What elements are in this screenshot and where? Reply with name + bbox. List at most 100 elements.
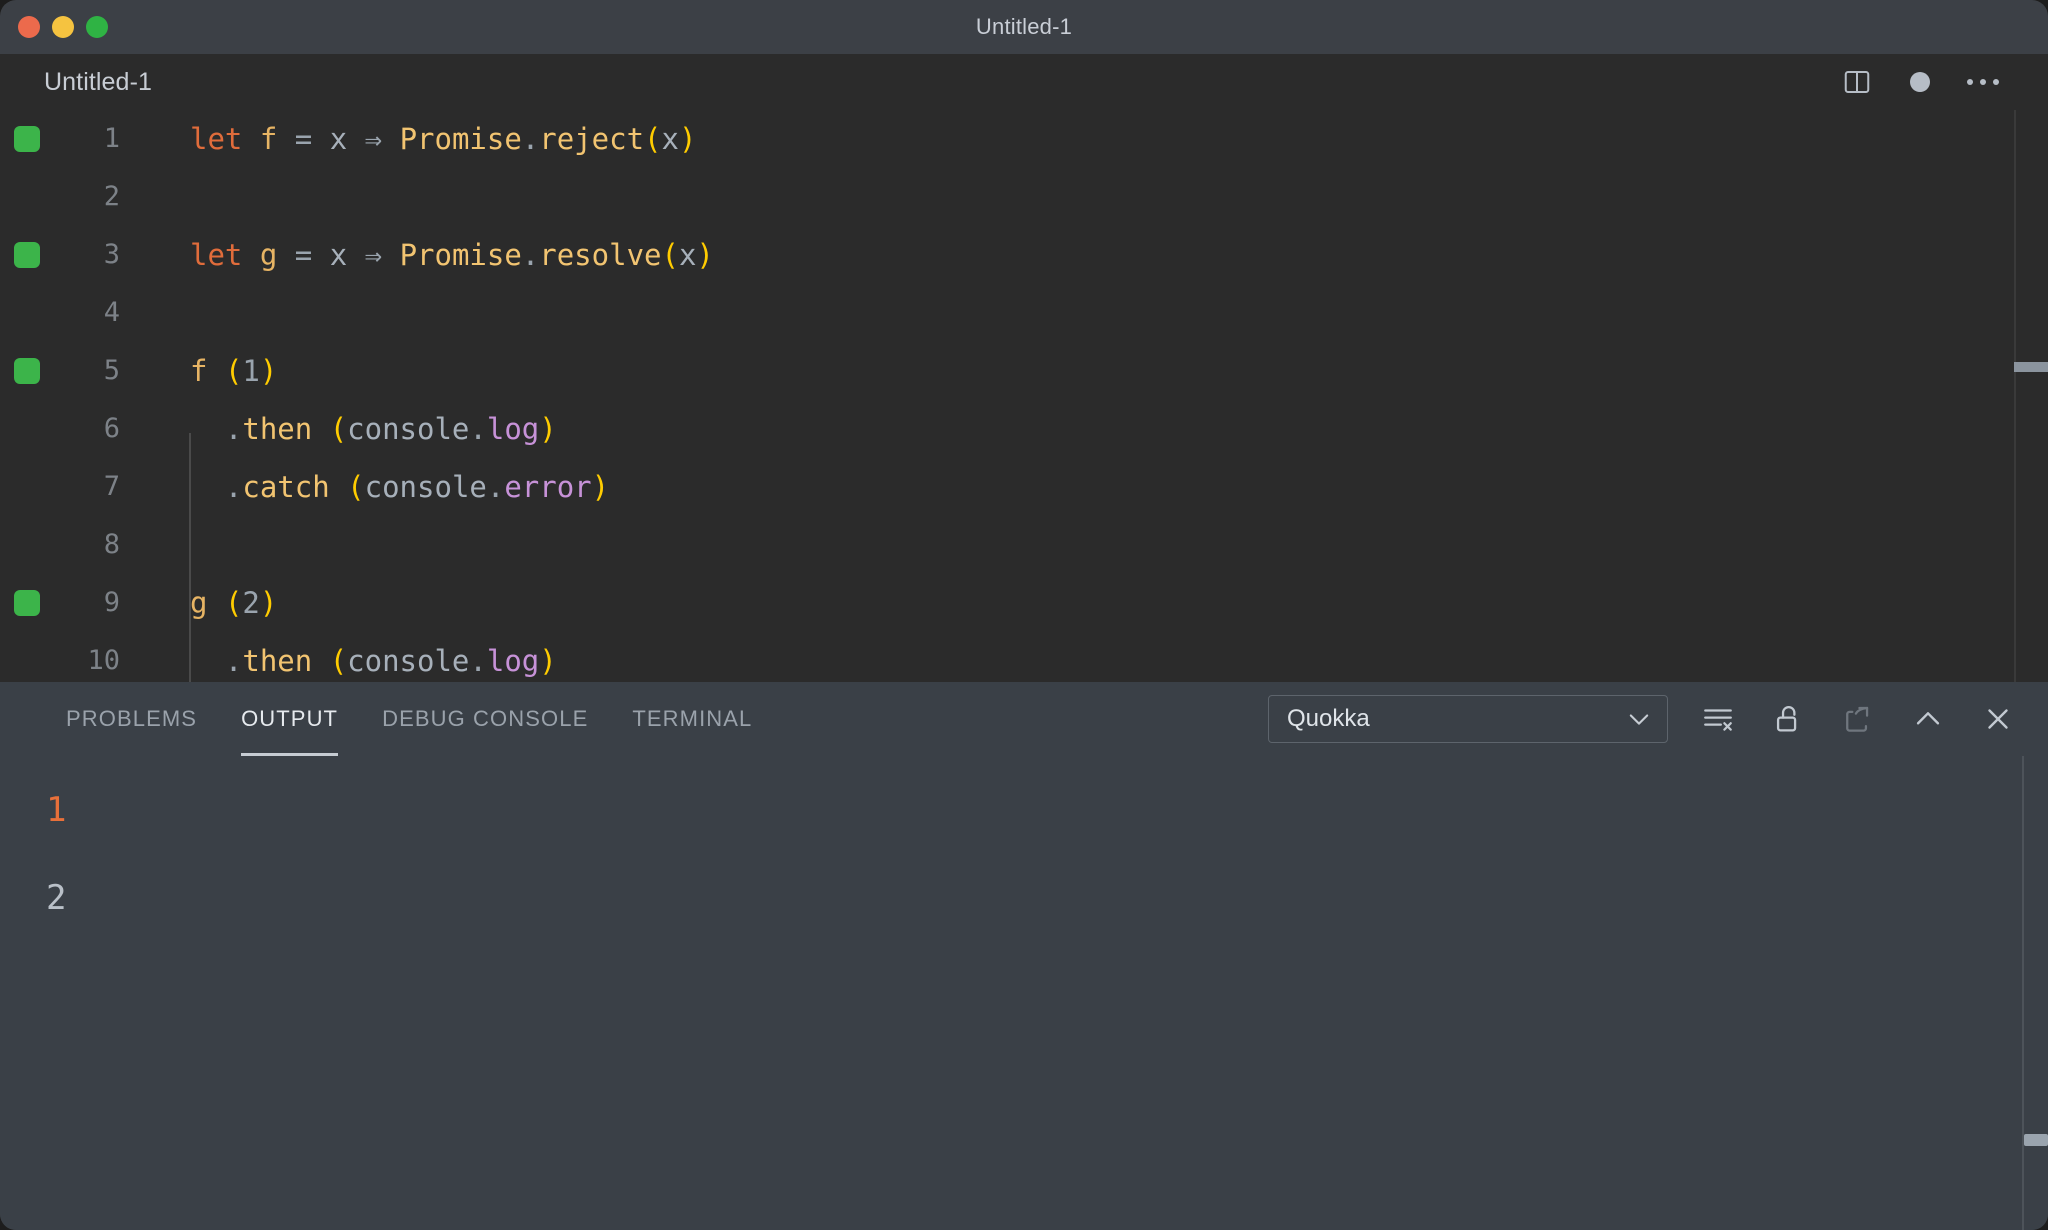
code-line[interactable]: 10 .then (console.log) <box>0 632 2048 682</box>
code-token: let <box>190 122 242 156</box>
code-token: . <box>190 412 242 446</box>
output-scrollbar[interactable] <box>2022 756 2048 1230</box>
code-lines[interactable]: 1let f = x ⇒ Promise.reject(x)23let g = … <box>0 110 2048 682</box>
panel-tab-problems[interactable]: Problems <box>44 682 219 756</box>
code-line[interactable]: 4 <box>0 284 2048 342</box>
code-token: ) <box>539 644 556 678</box>
code-token: then <box>242 412 312 446</box>
title-bar: Untitled-1 <box>0 0 2048 54</box>
code-token: . <box>190 644 242 678</box>
code-line-text: g (2) <box>190 574 277 632</box>
code-token: ⇒ <box>347 238 399 272</box>
code-token: . <box>469 644 486 678</box>
indent-guide-block-2 <box>189 607 191 682</box>
code-token: log <box>487 412 539 446</box>
split-editor-icon[interactable] <box>1840 65 1874 99</box>
code-token: g <box>260 238 277 272</box>
code-token: console <box>347 644 469 678</box>
line-number: 2 <box>60 168 120 226</box>
code-token: ) <box>260 354 277 388</box>
code-token: g <box>190 586 207 620</box>
code-token <box>312 412 329 446</box>
close-panel-icon[interactable] <box>1978 699 2018 739</box>
code-line[interactable]: 2 <box>0 168 2048 226</box>
code-token <box>312 644 329 678</box>
output-scrollbar-thumb[interactable] <box>2024 1134 2048 1146</box>
code-editor[interactable]: 1let f = x ⇒ Promise.reject(x)23let g = … <box>0 110 2048 682</box>
window-title: Untitled-1 <box>0 14 2048 40</box>
code-token: = <box>277 122 329 156</box>
traffic-lights <box>18 0 108 54</box>
code-token: . <box>522 122 539 156</box>
code-token: console <box>365 470 487 504</box>
code-token <box>330 470 347 504</box>
quokka-live-marker-icon[interactable] <box>14 358 40 384</box>
close-window-button[interactable] <box>18 16 40 38</box>
maximize-window-button[interactable] <box>86 16 108 38</box>
unsaved-dot-icon[interactable] <box>1910 72 1930 92</box>
code-token: . <box>487 470 504 504</box>
line-number: 6 <box>60 400 120 458</box>
maximize-panel-icon[interactable] <box>1908 699 1948 739</box>
line-number: 9 <box>60 574 120 632</box>
code-token: ) <box>260 586 277 620</box>
editor-action-bar <box>1840 65 2022 99</box>
editor-ruler-divider <box>2014 110 2016 682</box>
quokka-live-marker-icon[interactable] <box>14 242 40 268</box>
code-token: x <box>330 122 347 156</box>
code-line[interactable]: 1let f = x ⇒ Promise.reject(x) <box>0 110 2048 168</box>
lock-scroll-icon[interactable] <box>1768 699 1808 739</box>
panel-tab-debug-console[interactable]: Debug Console <box>360 682 610 756</box>
code-token: ( <box>225 586 242 620</box>
code-token: catch <box>242 470 329 504</box>
code-token: ( <box>661 238 678 272</box>
panel-action-bar: Quokka <box>1268 695 2048 743</box>
code-line[interactable]: 8 <box>0 516 2048 574</box>
code-token: . <box>469 412 486 446</box>
code-line[interactable]: 5 f (1) <box>0 342 2048 400</box>
code-token: f <box>190 354 207 388</box>
open-in-editor-icon[interactable] <box>1838 699 1878 739</box>
line-number: 5 <box>60 342 120 400</box>
panel-tab-terminal[interactable]: Terminal <box>610 682 774 756</box>
code-token: ( <box>225 354 242 388</box>
quokka-live-marker-icon[interactable] <box>14 126 40 152</box>
code-token: reject <box>539 122 644 156</box>
editor-overview-ruler[interactable] <box>1980 110 2048 682</box>
clear-output-icon[interactable] <box>1698 699 1738 739</box>
panel-tab-output[interactable]: Output <box>219 682 360 756</box>
code-token: log <box>487 644 539 678</box>
code-token: Promise <box>400 238 522 272</box>
output-view[interactable]: 12 <box>0 756 2048 1230</box>
panel-header: ProblemsOutputDebug ConsoleTerminal Quok… <box>0 682 2048 756</box>
code-line-text: .then (console.log) <box>190 632 557 682</box>
code-token: ) <box>696 238 713 272</box>
more-actions-icon[interactable] <box>1966 65 2000 99</box>
code-token: Promise <box>400 122 522 156</box>
panel-tab-list: ProblemsOutputDebug ConsoleTerminal <box>44 682 774 756</box>
minimize-window-button[interactable] <box>52 16 74 38</box>
line-number: 7 <box>60 458 120 516</box>
code-token: . <box>190 470 242 504</box>
editor-top-bar: Untitled-1 <box>0 54 2048 110</box>
code-token: let <box>190 238 242 272</box>
output-channel-value: Quokka <box>1287 705 1370 733</box>
output-channel-select[interactable]: Quokka <box>1268 695 1668 743</box>
line-number: 4 <box>60 284 120 342</box>
code-line[interactable]: 6 .then (console.log) <box>0 400 2048 458</box>
code-line-text: let g = x ⇒ Promise.resolve(x) <box>190 226 714 284</box>
quokka-live-marker-icon[interactable] <box>14 590 40 616</box>
editor-tab-title[interactable]: Untitled-1 <box>44 68 152 97</box>
code-token: 1 <box>242 354 259 388</box>
code-token: ( <box>330 412 347 446</box>
line-number: 1 <box>60 110 120 168</box>
line-number: 8 <box>60 516 120 574</box>
code-line-text: .catch (console.error) <box>190 458 609 516</box>
code-token: x <box>330 238 347 272</box>
code-line[interactable]: 9 g (2) <box>0 574 2048 632</box>
code-line[interactable]: 3let g = x ⇒ Promise.resolve(x) <box>0 226 2048 284</box>
output-line: 2 <box>0 854 2048 942</box>
code-token <box>242 238 259 272</box>
output-line: 1 <box>0 766 2048 854</box>
code-line[interactable]: 7 .catch (console.error) <box>0 458 2048 516</box>
